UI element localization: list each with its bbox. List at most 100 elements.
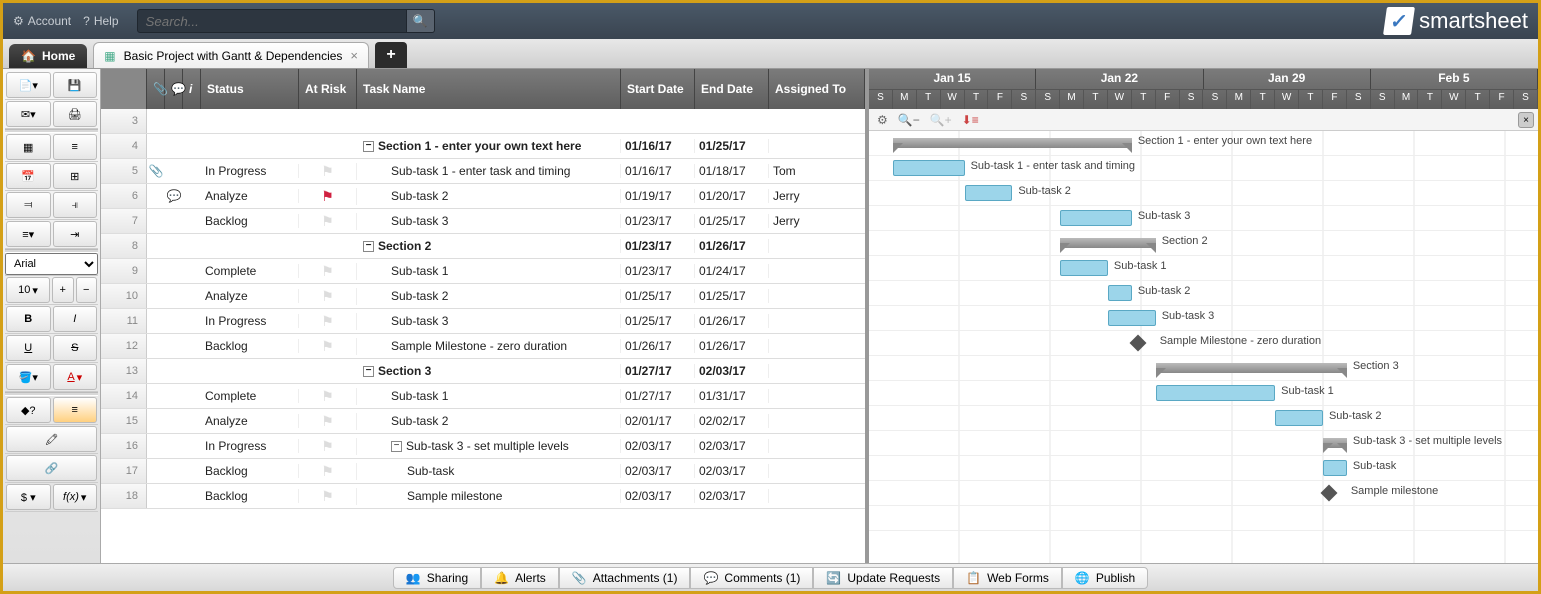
task-cell[interactable]: Sample Milestone - zero duration xyxy=(357,339,621,353)
link-button[interactable]: 🔗 xyxy=(6,455,97,481)
start-cell[interactable]: 01/26/17 xyxy=(621,339,695,353)
gantt-task-bar[interactable] xyxy=(1060,260,1108,276)
end-cell[interactable]: 02/03/17 xyxy=(695,439,769,453)
gantt-task-bar[interactable] xyxy=(1060,210,1132,226)
end-cell[interactable]: 01/26/17 xyxy=(695,314,769,328)
calendar-view-button[interactable]: 📅 xyxy=(6,163,51,189)
task-cell[interactable]: Sub-task 3 xyxy=(357,314,621,328)
risk-cell[interactable]: ⚑ xyxy=(299,438,357,455)
status-cell[interactable]: Complete xyxy=(201,389,299,403)
end-header[interactable]: End Date xyxy=(695,69,769,109)
start-cell[interactable]: 01/27/17 xyxy=(621,389,695,403)
align-left-button[interactable]: ≡▾ xyxy=(6,221,51,247)
end-cell[interactable]: 02/03/17 xyxy=(695,364,769,378)
table-row[interactable]: 18Backlog⚑Sample milestone02/03/1702/03/… xyxy=(101,484,865,509)
end-cell[interactable]: 01/25/17 xyxy=(695,214,769,228)
gantt-task-bar[interactable] xyxy=(1275,410,1323,426)
table-row[interactable]: 17Backlog⚑Sub-task02/03/1702/03/17 xyxy=(101,459,865,484)
table-row[interactable]: 5📎In Progress⚑Sub-task 1 - enter task an… xyxy=(101,159,865,184)
status-cell[interactable]: In Progress xyxy=(201,314,299,328)
task-cell[interactable]: −Section 3 xyxy=(357,364,621,378)
row-number[interactable]: 10 xyxy=(101,284,147,308)
task-cell[interactable]: −Section 2 xyxy=(357,239,621,253)
table-row[interactable]: 3 xyxy=(101,109,865,134)
flag-icon[interactable]: ⚑ xyxy=(321,463,334,480)
flag-icon[interactable]: ⚑ xyxy=(321,213,334,230)
end-cell[interactable]: 02/02/17 xyxy=(695,414,769,428)
start-cell[interactable]: 01/27/17 xyxy=(621,364,695,378)
conditional-format-button[interactable]: ◆? xyxy=(6,397,51,423)
currency-button[interactable]: $ ▾ xyxy=(6,484,51,510)
row-number[interactable]: 11 xyxy=(101,309,147,333)
gantt-task-bar[interactable] xyxy=(965,185,1013,201)
start-cell[interactable]: 01/16/17 xyxy=(621,164,695,178)
gantt-milestone[interactable] xyxy=(1320,485,1337,502)
gantt-view-button[interactable]: ≡ xyxy=(53,134,98,160)
table-row[interactable]: 16 In Progress⚑−Sub-task 3 - set multiple… xyxy=(101,434,865,459)
row-number[interactable]: 9 xyxy=(101,259,147,283)
row-number[interactable]: 3 xyxy=(101,109,147,133)
strike-button[interactable]: S xyxy=(53,335,98,361)
risk-cell[interactable]: ⚑ xyxy=(299,338,357,355)
close-tab-icon[interactable]: × xyxy=(350,48,358,63)
flag-icon[interactable]: ⚑ xyxy=(321,288,334,305)
gantt-task-bar[interactable] xyxy=(1323,460,1347,476)
start-cell[interactable]: 01/25/17 xyxy=(621,314,695,328)
flag-icon[interactable]: ⚑ xyxy=(321,388,334,405)
risk-cell[interactable]: ⚑ xyxy=(299,163,357,180)
status-cell[interactable]: Complete xyxy=(201,264,299,278)
attachment-cell[interactable]: 📎 xyxy=(147,164,165,178)
end-cell[interactable]: 01/20/17 xyxy=(695,189,769,203)
status-cell[interactable]: In Progress xyxy=(201,439,299,453)
decrease-size-button[interactable]: − xyxy=(76,277,98,303)
flag-icon[interactable]: ⚑ xyxy=(321,163,334,180)
risk-cell[interactable]: ⚑ xyxy=(299,488,357,505)
comments-button[interactable]: 💬Comments (1) xyxy=(690,567,813,589)
status-cell[interactable]: Backlog xyxy=(201,489,299,503)
task-cell[interactable]: Sub-task 2 xyxy=(357,414,621,428)
italic-button[interactable]: I xyxy=(53,306,98,332)
task-cell[interactable]: Sub-task 1 xyxy=(357,389,621,403)
status-cell[interactable]: Backlog xyxy=(201,214,299,228)
home-tab[interactable]: 🏠 Home xyxy=(9,44,87,68)
task-cell[interactable]: Sub-task xyxy=(357,464,621,478)
risk-header[interactable]: At Risk xyxy=(299,69,357,109)
increase-size-button[interactable]: + xyxy=(52,277,74,303)
risk-cell[interactable]: ⚑ xyxy=(299,188,357,205)
risk-cell[interactable]: ⚑ xyxy=(299,288,357,305)
task-header[interactable]: Task Name xyxy=(357,69,621,109)
risk-cell[interactable]: ⚑ xyxy=(299,413,357,430)
bold-button[interactable]: B xyxy=(6,306,51,332)
status-cell[interactable]: Backlog xyxy=(201,339,299,353)
highlight-changes-button[interactable]: ≡ xyxy=(53,397,98,423)
grid-view-button[interactable]: ▦ xyxy=(6,134,51,160)
end-cell[interactable]: 01/26/17 xyxy=(695,339,769,353)
gantt-summary-bar[interactable] xyxy=(1060,238,1156,248)
end-cell[interactable]: 02/03/17 xyxy=(695,464,769,478)
start-header[interactable]: Start Date xyxy=(621,69,695,109)
start-cell[interactable]: 02/03/17 xyxy=(621,439,695,453)
alerts-button[interactable]: 🔔Alerts xyxy=(481,567,559,589)
status-header[interactable]: Status xyxy=(201,69,299,109)
row-number[interactable]: 8 xyxy=(101,234,147,258)
search-button[interactable]: 🔍 xyxy=(407,9,435,33)
table-row[interactable]: 9Complete⚑Sub-task 101/23/1701/24/17 xyxy=(101,259,865,284)
row-number[interactable]: 16 xyxy=(101,434,147,458)
flag-icon[interactable]: ⚑ xyxy=(321,188,334,205)
start-cell[interactable]: 02/03/17 xyxy=(621,489,695,503)
task-cell[interactable]: −Sub-task 3 - set multiple levels xyxy=(357,439,621,453)
assigned-cell[interactable]: Jerry xyxy=(769,189,865,203)
row-number[interactable]: 12 xyxy=(101,334,147,358)
row-number[interactable]: 6 xyxy=(101,184,147,208)
end-cell[interactable]: 01/25/17 xyxy=(695,289,769,303)
row-number[interactable]: 7 xyxy=(101,209,147,233)
start-cell[interactable]: 01/25/17 xyxy=(621,289,695,303)
status-cell[interactable]: Analyze xyxy=(201,414,299,428)
end-cell[interactable]: 01/18/17 xyxy=(695,164,769,178)
task-cell[interactable]: Sub-task 1 - enter task and timing xyxy=(357,164,621,178)
gantt-task-bar[interactable] xyxy=(893,160,965,176)
row-number[interactable]: 18 xyxy=(101,484,147,508)
gantt-milestone[interactable] xyxy=(1129,335,1146,352)
comment-column-icon[interactable]: 💬 xyxy=(165,69,183,109)
file-button[interactable]: 📄▾ xyxy=(6,72,51,98)
